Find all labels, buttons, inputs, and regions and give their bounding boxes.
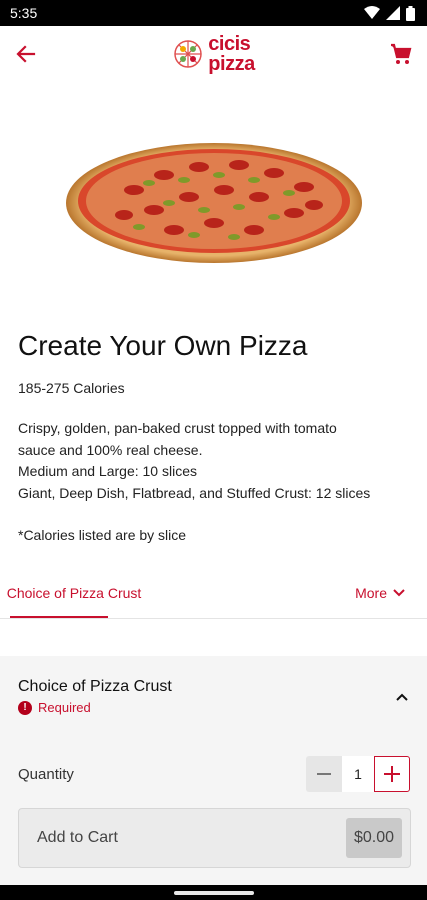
cart-icon [391,43,412,64]
pizza-image [0,100,427,300]
cicis-logo[interactable]: cicis pizza [172,33,255,75]
tab-more[interactable]: More [355,570,405,616]
minus-icon [317,773,331,775]
logo-line-2: pizza [208,53,255,75]
pizza-illustration [65,143,362,263]
description-line: Medium and Large: 10 slices [18,463,197,479]
add-to-cart-button[interactable]: Add to Cart $0.00 [18,808,411,868]
pizza-logo-icon [174,40,203,68]
required-label: Required [38,700,91,715]
alert-icon: ! [18,700,32,715]
price-badge: $0.00 [346,818,402,858]
back-button[interactable] [10,38,42,70]
increase-quantity-button[interactable] [374,756,410,792]
quantity-stepper: 1 [306,756,410,792]
quantity-value: 1 [342,756,374,792]
logo-line-1: cicis [208,33,251,55]
status-time: 5:35 [10,5,38,21]
back-arrow-icon [16,45,36,63]
wifi-icon [364,6,380,19]
collapse-button[interactable] [393,688,411,706]
tab-label: Choice of Pizza Crust [6,585,142,601]
product-description: Crispy, golden, pan-baked crust topped w… [18,418,413,504]
section-title: Choice of Pizza Crust [18,678,172,695]
tab-choice-of-pizza-crust[interactable]: Choice of Pizza Crust [7,570,141,618]
app-bar: cicis pizza [0,26,427,82]
decrease-quantity-button[interactable] [306,756,342,792]
option-tabs: Choice of Pizza Crust More [0,570,427,619]
plus-icon [384,766,400,782]
calories-text: 185-275 Calories [18,380,125,396]
crust-section-header[interactable]: Choice of Pizza Crust ! Required [0,656,427,741]
required-badge: ! Required [18,700,91,715]
description-line: Giant, Deep Dish, Flatbread, and Stuffed… [18,484,371,501]
signal-icon [386,6,400,20]
status-bar: 5:35 [0,0,427,26]
calories-note: *Calories listed are by slice [18,527,187,543]
cart-button[interactable] [385,38,417,70]
battery-icon [406,5,415,21]
description-line: Crispy, golden, pan-baked crust topped w… [18,420,337,436]
status-icons [364,5,415,21]
home-gesture-handle[interactable] [174,891,254,895]
order-panel: Quantity 1 Add to Cart $0.00 [0,740,427,885]
chevron-up-icon [396,693,408,701]
product-title: Create Your Own Pizza [18,330,308,361]
chevron-down-icon [393,589,405,597]
description-line: sauce and 100% real cheese. [18,441,203,458]
add-to-cart-label: Add to Cart [37,829,118,846]
quantity-label: Quantity [18,766,74,783]
more-label: More [355,585,387,601]
